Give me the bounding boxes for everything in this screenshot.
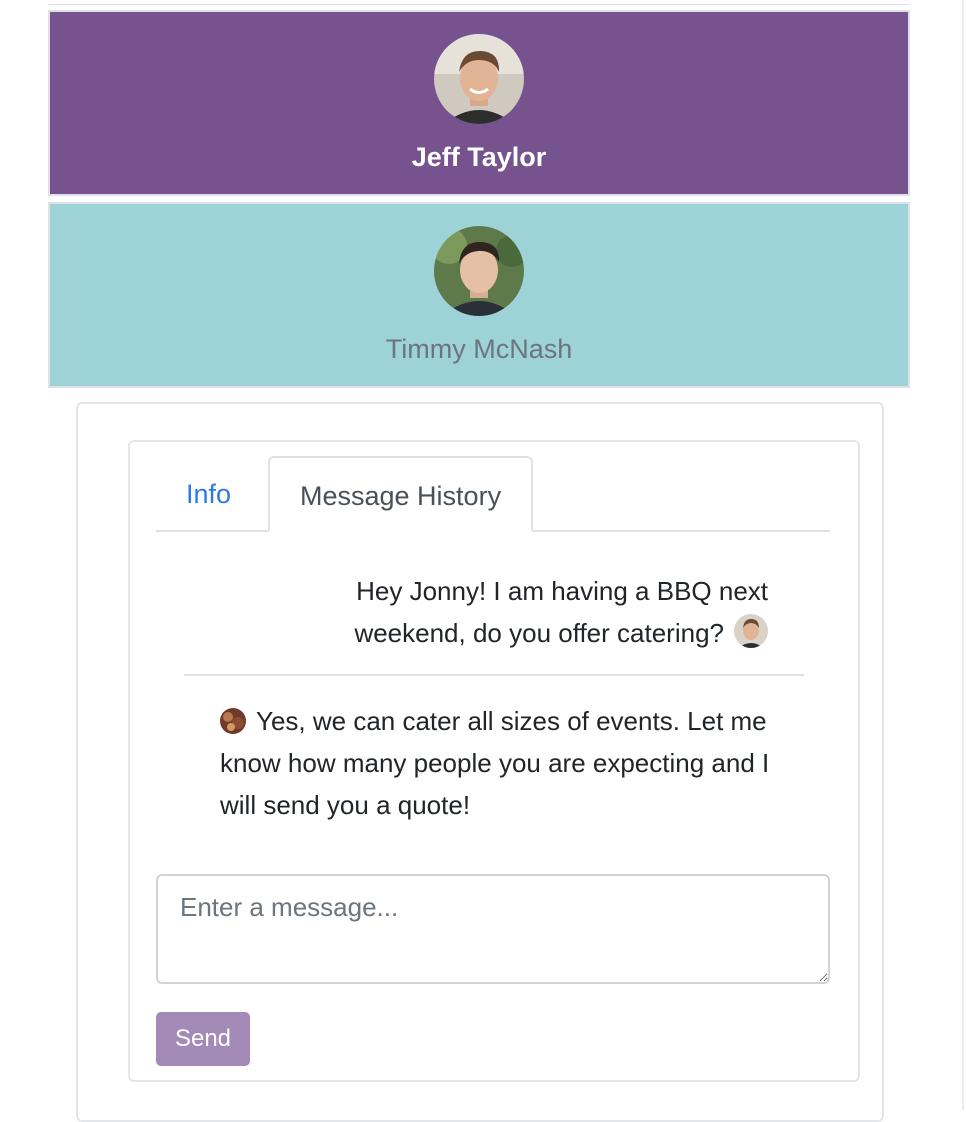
send-button[interactable]: Send	[156, 1012, 250, 1066]
person-photo-icon	[434, 34, 524, 124]
business-avatar-icon	[220, 708, 246, 734]
contact-card-jeff-taylor[interactable]: Jeff Taylor	[48, 10, 910, 196]
message-sent: Hey Jonny! I am having a BBQ next weeken…	[256, 570, 768, 654]
message-divider	[184, 674, 804, 676]
person-photo-icon	[434, 226, 524, 316]
contact-name: Timmy McNash	[385, 334, 573, 364]
timmy-avatar	[434, 226, 524, 316]
message-text: Hey Jonny! I am having a BBQ next weeken…	[354, 576, 768, 648]
tab-info[interactable]: Info	[156, 456, 261, 532]
scrollbar-track[interactable]	[962, 0, 964, 1110]
tab-bar: Info Message History	[156, 456, 830, 532]
message-input[interactable]	[156, 874, 830, 984]
jeff-avatar	[434, 34, 524, 124]
message-received: Yes, we can cater all sizes of events. L…	[220, 700, 780, 826]
contact-name: Jeff Taylor	[411, 142, 547, 172]
message-text: Yes, we can cater all sizes of events. L…	[220, 706, 770, 820]
contact-card-timmy-mcnash[interactable]: Timmy McNash	[48, 202, 910, 388]
page-top-border	[48, 0, 910, 5]
sender-avatar-icon	[734, 614, 768, 648]
tab-message-history[interactable]: Message History	[268, 456, 534, 532]
